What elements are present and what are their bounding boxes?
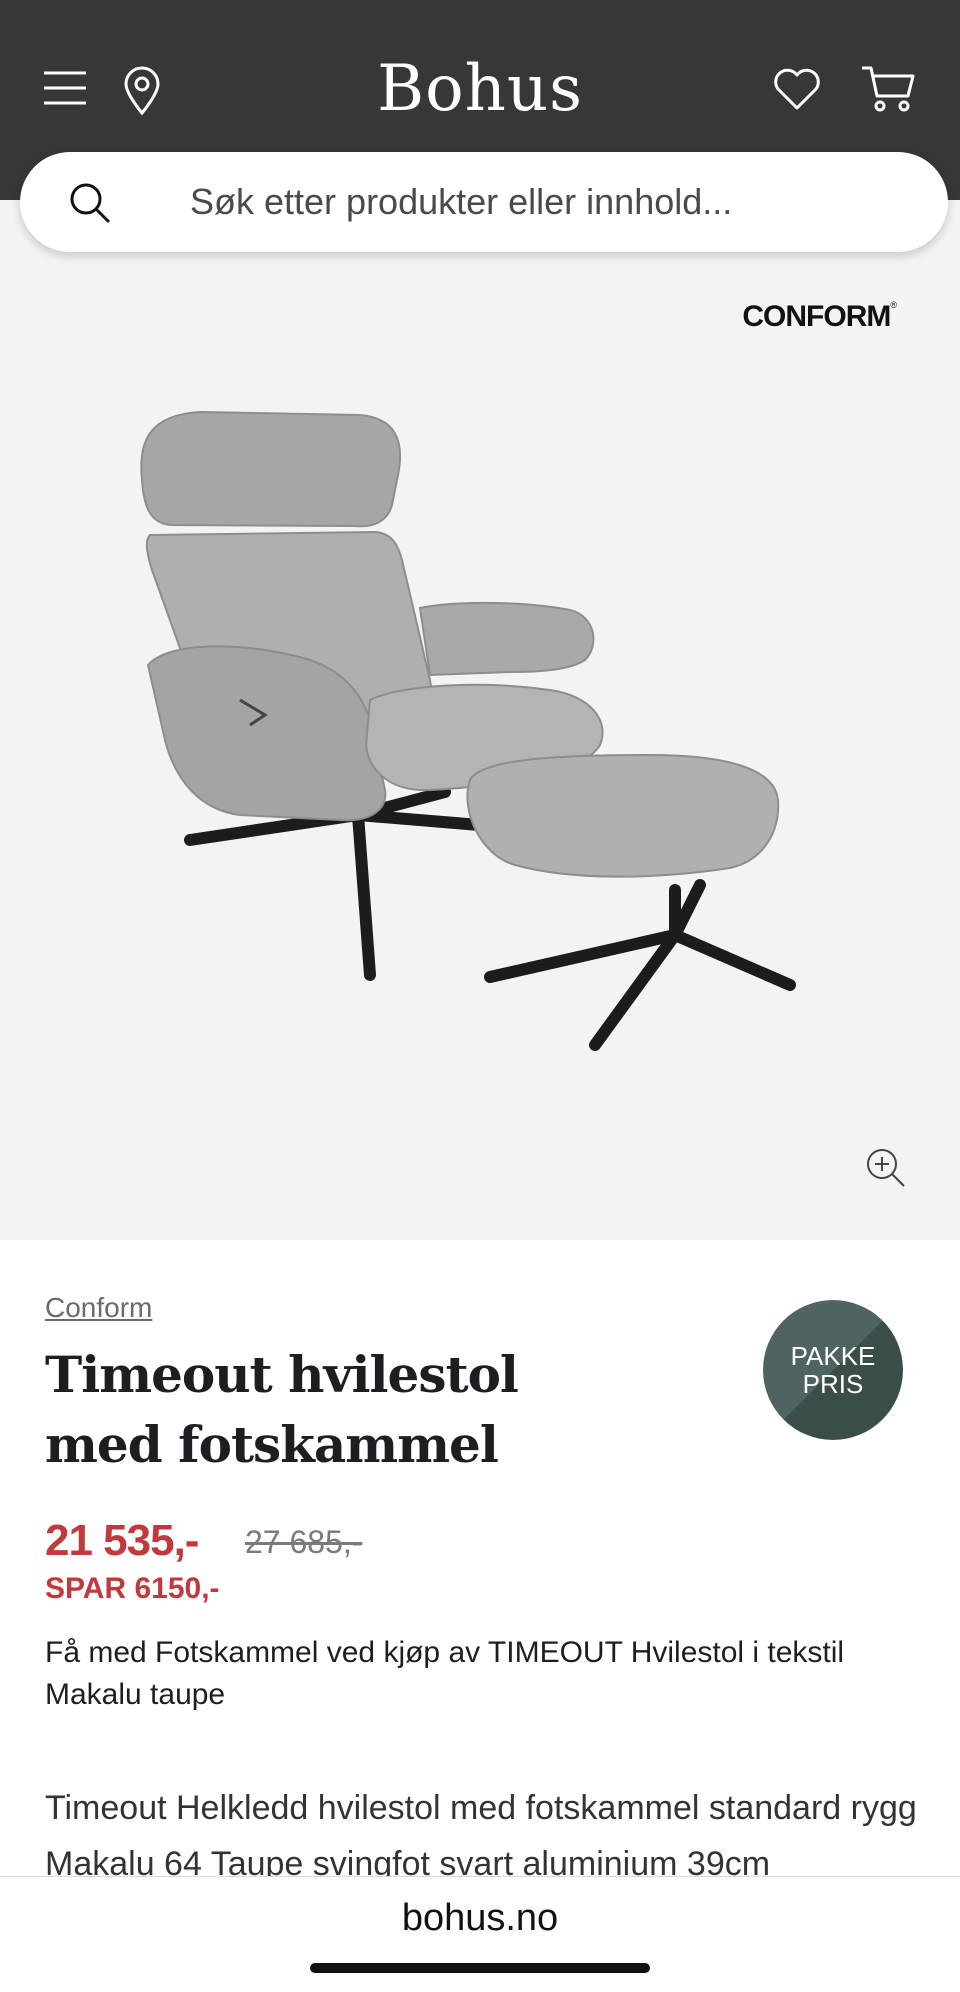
- home-indicator[interactable]: [310, 1963, 650, 1973]
- product-image: [140, 410, 796, 1051]
- current-price: 21 535,-: [45, 1516, 199, 1565]
- browser-address-bar[interactable]: bohus.no: [0, 1876, 960, 1992]
- search-icon[interactable]: [68, 181, 112, 230]
- product-image-gallery[interactable]: CONFORM®: [0, 200, 960, 1240]
- hamburger-menu-icon[interactable]: [42, 70, 88, 106]
- search-input[interactable]: [190, 172, 910, 232]
- badge-line-1: PAKKE: [790, 1341, 876, 1371]
- brand-logo: CONFORM®: [742, 300, 897, 333]
- url-text[interactable]: bohus.no: [0, 1897, 960, 1940]
- zoom-in-icon[interactable]: [864, 1146, 908, 1195]
- brand-link[interactable]: Conform: [45, 1292, 152, 1324]
- saving-amount: SPAR 6150,-: [45, 1572, 220, 1605]
- search-bar[interactable]: [20, 152, 948, 252]
- site-logo[interactable]: Bohus: [377, 52, 583, 126]
- promo-text: Få med Fotskammel ved kjøp av TIMEOUT Hv…: [45, 1636, 845, 1711]
- original-price: 27 685,-: [245, 1524, 363, 1560]
- package-price-badge: PAKKE PRIS: [763, 1300, 903, 1440]
- badge-line-2: PRIS: [802, 1369, 864, 1399]
- map-pin-icon[interactable]: [122, 66, 162, 116]
- heart-icon[interactable]: [772, 66, 822, 112]
- shopping-cart-icon[interactable]: [860, 64, 916, 114]
- product-title: Timeout hvilestol med fotskammel: [45, 1345, 519, 1474]
